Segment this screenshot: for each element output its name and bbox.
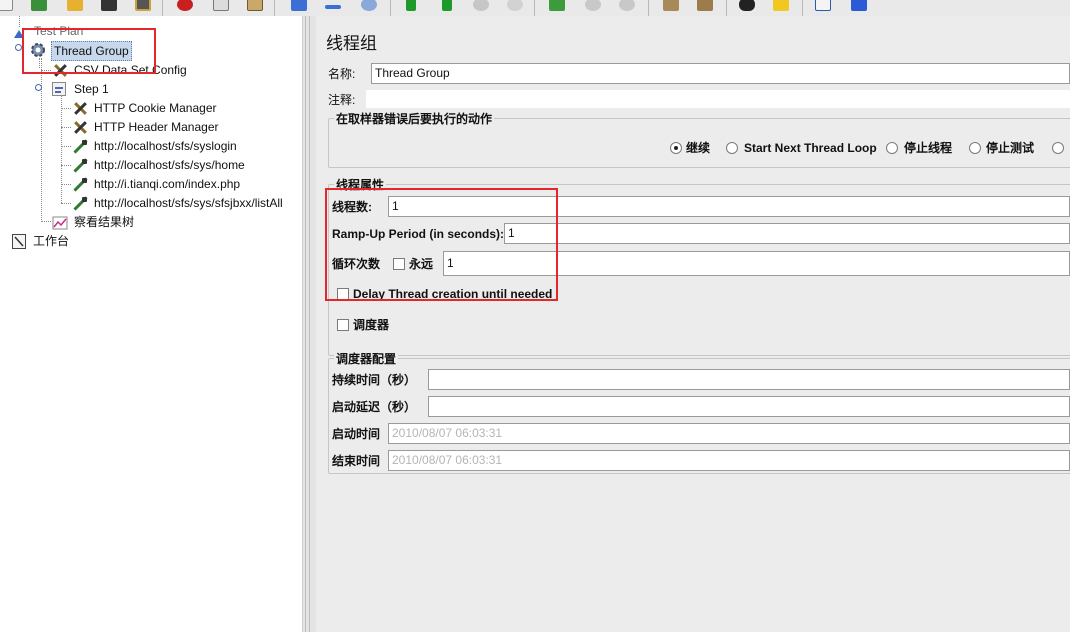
next-loop-radio[interactable] (726, 142, 738, 154)
start-time-field[interactable]: 2010/08/07 06:03:31 (388, 423, 1070, 444)
stop-thread-radio[interactable] (886, 142, 898, 154)
clear-all-icon[interactable] (694, 0, 716, 14)
clear-icon[interactable] (660, 0, 682, 14)
expand-toggle-icon[interactable] (15, 44, 22, 51)
remote-exit-icon[interactable] (616, 0, 638, 14)
shutdown-icon[interactable] (504, 0, 526, 14)
test-plan-tree: Test Plan Thread Group CSV Data Set Conf… (0, 16, 303, 632)
remote-start-icon[interactable] (546, 0, 568, 14)
wrench-icon (72, 120, 88, 135)
stop-icon[interactable] (470, 0, 492, 14)
tree-node-sampler[interactable]: http://i.tianqi.com/index.php (72, 175, 252, 193)
paste-icon[interactable] (244, 0, 266, 14)
search-icon[interactable] (736, 0, 758, 14)
thread-group-panel: 线程组 名称: Thread Group 注释: 在取样器错误后要执行的动作 继… (316, 16, 1070, 632)
duration-label: 持续时间（秒） (332, 373, 417, 387)
name-label: 名称: (328, 67, 356, 81)
copy-icon[interactable] (210, 0, 232, 14)
wrench-icon (72, 101, 88, 116)
splitter[interactable] (303, 16, 316, 632)
graph-icon (52, 215, 68, 230)
expand-icon[interactable] (288, 0, 310, 14)
tree-node-sampler[interactable]: http://localhost/sfs/sys/home (72, 156, 262, 174)
controller-icon (52, 82, 66, 96)
templates-icon[interactable] (28, 0, 50, 14)
continue-radio[interactable] (670, 142, 682, 154)
stop-test-radio[interactable] (969, 142, 981, 154)
expand-toggle-icon[interactable] (35, 84, 42, 91)
comment-label: 注释: (328, 93, 356, 107)
pipette-icon (72, 177, 88, 192)
toolbar (0, 0, 1070, 16)
end-time-field[interactable]: 2010/08/07 06:03:31 (388, 450, 1070, 471)
function-helper-icon[interactable] (812, 0, 834, 14)
scheduler-checkbox[interactable] (337, 319, 349, 331)
tree-node-step1[interactable]: Step 1 (52, 80, 132, 98)
scheduler-label: 调度器 (353, 318, 390, 332)
reset-search-icon[interactable] (770, 0, 792, 14)
stop-test-now-radio[interactable] (1052, 142, 1064, 154)
start-icon[interactable] (400, 0, 422, 14)
start-no-pause-icon[interactable] (436, 0, 458, 14)
panel-title: 线程组 (326, 34, 377, 53)
cut-icon[interactable] (174, 0, 196, 14)
next-loop-label: Start Next Thread Loop (744, 141, 877, 155)
rampup-field[interactable]: 1 (504, 223, 1070, 244)
duration-field[interactable] (428, 369, 1070, 390)
toggle-icon[interactable] (358, 0, 380, 14)
highlight-box (325, 188, 558, 301)
collapse-icon[interactable] (322, 0, 344, 14)
tree-node-sampler[interactable]: http://localhost/sfs/syslogin (72, 137, 252, 155)
highlight-box (22, 28, 156, 74)
continue-label: 继续 (686, 141, 711, 155)
tree-node-result-tree[interactable]: 察看结果树 (52, 213, 152, 231)
scheduler-config-title: 调度器配置 (334, 352, 399, 366)
end-time-label: 结束时间 (332, 454, 381, 468)
help-icon[interactable] (848, 0, 870, 14)
tree-node-workbench[interactable]: 工作台 (12, 232, 92, 250)
tree-node-cookie-manager[interactable]: HTTP Cookie Manager (72, 99, 232, 117)
name-field[interactable]: Thread Group (371, 63, 1070, 84)
tree-node-header-manager[interactable]: HTTP Header Manager (72, 118, 232, 136)
startup-delay-label: 启动延迟（秒） (332, 400, 417, 414)
comment-field[interactable] (366, 90, 1070, 108)
new-icon[interactable] (0, 0, 16, 14)
stop-test-label: 停止测试 (986, 141, 1035, 155)
open-icon[interactable] (64, 0, 86, 14)
pipette-icon (72, 139, 88, 154)
pipette-icon (72, 158, 88, 173)
stop-thread-label: 停止线程 (904, 141, 953, 155)
start-time-label: 启动时间 (332, 427, 381, 441)
error-action-title: 在取样器错误后要执行的动作 (334, 112, 495, 126)
pipette-icon (72, 196, 88, 211)
remote-stop-icon[interactable] (582, 0, 604, 14)
startup-delay-field[interactable] (428, 396, 1070, 417)
tree-node-sampler[interactable]: http://localhost/sfs/sys/sfsjbxx/listAll (72, 194, 302, 212)
save-icon[interactable] (98, 0, 120, 14)
save-as-icon[interactable] (132, 0, 154, 14)
workbench-icon (12, 234, 26, 249)
